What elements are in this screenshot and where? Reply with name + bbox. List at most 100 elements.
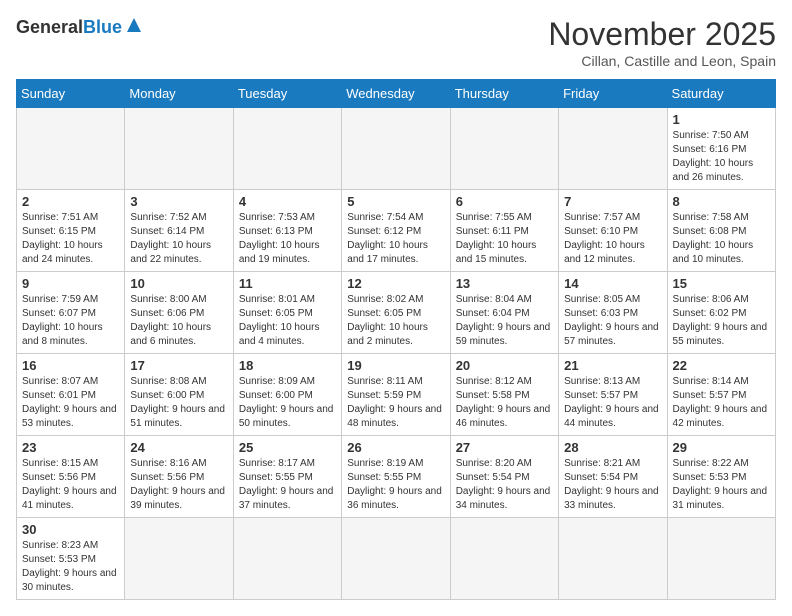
calendar-cell — [233, 518, 341, 600]
day-info: Sunrise: 8:08 AM Sunset: 6:00 PM Dayligh… — [130, 375, 227, 431]
calendar-cell: 22 Sunrise: 8:14 AM Sunset: 5:57 PM Dayli… — [667, 354, 775, 436]
day-info: Sunrise: 8:00 AM Sunset: 6:06 PM Dayligh… — [130, 293, 227, 349]
calendar-cell: 7Sunrise: 7:57 AM Sunset: 6:10 PM Daylig… — [559, 190, 667, 272]
calendar-cell: 20 Sunrise: 8:12 AM Sunset: 5:58 PM Dayli… — [450, 354, 558, 436]
day-number: 19 — [347, 358, 444, 373]
calendar-cell: 9 Sunrise: 7:59 AM Sunset: 6:07 PM Daylig… — [17, 272, 125, 354]
day-info: Sunrise: 7:58 AM Sunset: 6:08 PM Dayligh… — [673, 211, 770, 267]
day-number: 24 — [130, 440, 227, 455]
day-info: Sunrise: 8:15 AM Sunset: 5:56 PM Dayligh… — [22, 457, 119, 513]
day-number: 29 — [673, 440, 770, 455]
day-info: Sunrise: 8:22 AM Sunset: 5:53 PM Dayligh… — [673, 457, 770, 513]
weekday-header-monday: Monday — [125, 80, 233, 108]
calendar-cell: 1 Sunrise: 7:50 AM Sunset: 6:16 PM Daylig… — [667, 108, 775, 190]
location-subtitle: Cillan, Castille and Leon, Spain — [548, 53, 776, 69]
calendar-cell: 17Sunrise: 8:08 AM Sunset: 6:00 PM Dayli… — [125, 354, 233, 436]
logo-general-text: General — [16, 17, 83, 38]
day-info: Sunrise: 8:09 AM Sunset: 6:00 PM Dayligh… — [239, 375, 336, 431]
page-header: General Blue November 2025 Cillan, Casti… — [16, 16, 776, 69]
day-info: Sunrise: 7:51 AM Sunset: 6:15 PM Dayligh… — [22, 211, 119, 267]
calendar-cell: 27 Sunrise: 8:20 AM Sunset: 5:54 PM Dayli… — [450, 436, 558, 518]
logo-blue-text: Blue — [83, 17, 122, 38]
day-info: Sunrise: 7:50 AM Sunset: 6:16 PM Dayligh… — [673, 129, 770, 185]
day-number: 27 — [456, 440, 553, 455]
day-number: 11 — [239, 276, 336, 291]
calendar-cell — [559, 108, 667, 190]
calendar-cell — [125, 108, 233, 190]
calendar-cell: 2 Sunrise: 7:51 AM Sunset: 6:15 PM Daylig… — [17, 190, 125, 272]
month-title: November 2025 — [548, 16, 776, 53]
calendar-cell: 18Sunrise: 8:09 AM Sunset: 6:00 PM Dayli… — [233, 354, 341, 436]
calendar-cell: 15Sunrise: 8:06 AM Sunset: 6:02 PM Dayli… — [667, 272, 775, 354]
calendar-cell: 29 Sunrise: 8:22 AM Sunset: 5:53 PM Dayli… — [667, 436, 775, 518]
day-info: Sunrise: 8:11 AM Sunset: 5:59 PM Dayligh… — [347, 375, 444, 431]
day-number: 13 — [456, 276, 553, 291]
day-info: Sunrise: 7:52 AM Sunset: 6:14 PM Dayligh… — [130, 211, 227, 267]
calendar-week-row: 2 Sunrise: 7:51 AM Sunset: 6:15 PM Daylig… — [17, 190, 776, 272]
calendar-cell: 4Sunrise: 7:53 AM Sunset: 6:13 PM Daylig… — [233, 190, 341, 272]
calendar-week-row: 30 Sunrise: 8:23 AM Sunset: 5:53 PM Dayli… — [17, 518, 776, 600]
day-info: Sunrise: 8:21 AM Sunset: 5:54 PM Dayligh… — [564, 457, 661, 513]
title-area: November 2025 Cillan, Castille and Leon,… — [548, 16, 776, 69]
calendar-week-row: 1 Sunrise: 7:50 AM Sunset: 6:16 PM Daylig… — [17, 108, 776, 190]
calendar-cell: 3Sunrise: 7:52 AM Sunset: 6:14 PM Daylig… — [125, 190, 233, 272]
calendar-cell — [559, 518, 667, 600]
calendar-cell — [125, 518, 233, 600]
day-number: 23 — [22, 440, 119, 455]
logo-area: General Blue — [16, 16, 143, 39]
day-info: Sunrise: 8:19 AM Sunset: 5:55 PM Dayligh… — [347, 457, 444, 513]
calendar-cell — [667, 518, 775, 600]
day-number: 20 — [456, 358, 553, 373]
day-number: 21 — [564, 358, 661, 373]
day-number: 10 — [130, 276, 227, 291]
calendar-cell: 30 Sunrise: 8:23 AM Sunset: 5:53 PM Dayli… — [17, 518, 125, 600]
calendar-cell: 24 Sunrise: 8:16 AM Sunset: 5:56 PM Dayli… — [125, 436, 233, 518]
calendar-cell: 19 Sunrise: 8:11 AM Sunset: 5:59 PM Dayli… — [342, 354, 450, 436]
weekday-header-sunday: Sunday — [17, 80, 125, 108]
day-number: 30 — [22, 522, 119, 537]
day-info: Sunrise: 8:07 AM Sunset: 6:01 PM Dayligh… — [22, 375, 119, 431]
calendar-cell: 5Sunrise: 7:54 AM Sunset: 6:12 PM Daylig… — [342, 190, 450, 272]
weekday-header-thursday: Thursday — [450, 80, 558, 108]
calendar-header-row: SundayMondayTuesdayWednesdayThursdayFrid… — [17, 80, 776, 108]
weekday-header-friday: Friday — [559, 80, 667, 108]
day-number: 2 — [22, 194, 119, 209]
calendar-cell: 8Sunrise: 7:58 AM Sunset: 6:08 PM Daylig… — [667, 190, 775, 272]
day-number: 28 — [564, 440, 661, 455]
day-number: 6 — [456, 194, 553, 209]
day-info: Sunrise: 7:54 AM Sunset: 6:12 PM Dayligh… — [347, 211, 444, 267]
day-number: 4 — [239, 194, 336, 209]
day-number: 9 — [22, 276, 119, 291]
day-number: 22 — [673, 358, 770, 373]
calendar-cell: 21 Sunrise: 8:13 AM Sunset: 5:57 PM Dayli… — [559, 354, 667, 436]
calendar-week-row: 23 Sunrise: 8:15 AM Sunset: 5:56 PM Dayli… — [17, 436, 776, 518]
day-info: Sunrise: 8:16 AM Sunset: 5:56 PM Dayligh… — [130, 457, 227, 513]
calendar-week-row: 9 Sunrise: 7:59 AM Sunset: 6:07 PM Daylig… — [17, 272, 776, 354]
calendar-cell: 12Sunrise: 8:02 AM Sunset: 6:05 PM Dayli… — [342, 272, 450, 354]
calendar-cell — [342, 518, 450, 600]
calendar-cell — [450, 518, 558, 600]
day-info: Sunrise: 7:57 AM Sunset: 6:10 PM Dayligh… — [564, 211, 661, 267]
day-number: 1 — [673, 112, 770, 127]
day-number: 25 — [239, 440, 336, 455]
day-info: Sunrise: 7:55 AM Sunset: 6:11 PM Dayligh… — [456, 211, 553, 267]
logo-icon — [125, 16, 143, 39]
day-info: Sunrise: 8:12 AM Sunset: 5:58 PM Dayligh… — [456, 375, 553, 431]
day-info: Sunrise: 8:20 AM Sunset: 5:54 PM Dayligh… — [456, 457, 553, 513]
day-number: 14 — [564, 276, 661, 291]
calendar-cell: 14 Sunrise: 8:05 AM Sunset: 6:03 PM Dayli… — [559, 272, 667, 354]
calendar-cell: 28 Sunrise: 8:21 AM Sunset: 5:54 PM Dayli… — [559, 436, 667, 518]
day-info: Sunrise: 8:05 AM Sunset: 6:03 PM Dayligh… — [564, 293, 661, 349]
day-info: Sunrise: 8:14 AM Sunset: 5:57 PM Dayligh… — [673, 375, 770, 431]
day-info: Sunrise: 8:01 AM Sunset: 6:05 PM Dayligh… — [239, 293, 336, 349]
calendar-cell: 11 Sunrise: 8:01 AM Sunset: 6:05 PM Dayli… — [233, 272, 341, 354]
day-info: Sunrise: 8:23 AM Sunset: 5:53 PM Dayligh… — [22, 539, 119, 595]
day-number: 16 — [22, 358, 119, 373]
calendar-cell: 10 Sunrise: 8:00 AM Sunset: 6:06 PM Dayli… — [125, 272, 233, 354]
day-info: Sunrise: 7:59 AM Sunset: 6:07 PM Dayligh… — [22, 293, 119, 349]
day-info: Sunrise: 8:13 AM Sunset: 5:57 PM Dayligh… — [564, 375, 661, 431]
calendar-cell: 13Sunrise: 8:04 AM Sunset: 6:04 PM Dayli… — [450, 272, 558, 354]
calendar-cell: 16 Sunrise: 8:07 AM Sunset: 6:01 PM Dayli… — [17, 354, 125, 436]
day-info: Sunrise: 8:06 AM Sunset: 6:02 PM Dayligh… — [673, 293, 770, 349]
calendar-cell: 23 Sunrise: 8:15 AM Sunset: 5:56 PM Dayli… — [17, 436, 125, 518]
